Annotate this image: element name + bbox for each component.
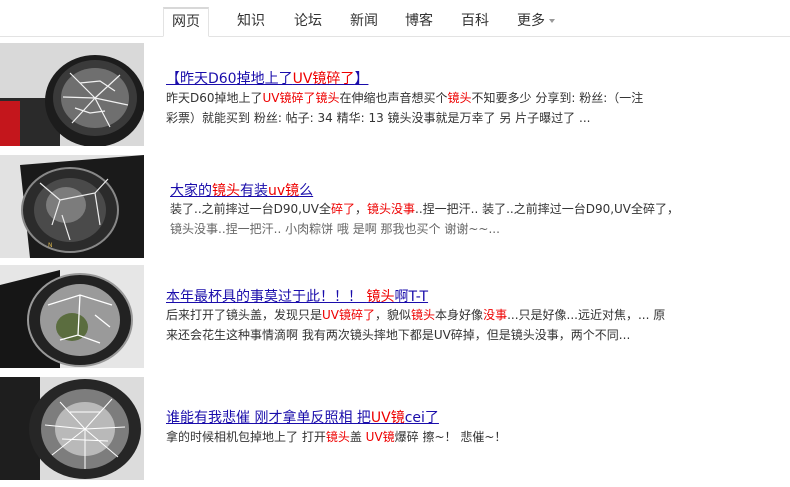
snippet-text: 盖 xyxy=(349,430,366,444)
title-highlight: 镜头 xyxy=(212,183,240,199)
broken-lens-image: N xyxy=(0,155,144,258)
tab-encyclopedia[interactable]: 百科 xyxy=(453,8,497,36)
title-text: cei了 xyxy=(404,410,439,426)
title-highlight: 镜头 xyxy=(366,289,395,305)
title-text: 有装 xyxy=(240,183,268,199)
snippet-highlight: 碎了 xyxy=(330,202,355,216)
snippet-highlight: 没事 xyxy=(483,308,508,322)
result-snippet-line: 彩票）就能买到 粉丝: 帖子: 34 精华: 13 镜头没事就是万幸了 另 片子… xyxy=(166,108,590,128)
tab-blog[interactable]: 博客 xyxy=(397,8,441,36)
tab-blog-label: 博客 xyxy=(405,13,433,29)
tab-news[interactable]: 新闻 xyxy=(342,8,386,36)
tab-forum[interactable]: 论坛 xyxy=(286,8,330,36)
title-text: 【昨天D60掉地上了 xyxy=(166,71,293,87)
result-snippet-line: 昨天D60掉地上了UV镜碎了镜头在伸缩也声音想买个镜头不知要多少 分享到: 粉丝… xyxy=(166,88,643,108)
snippet-text: ， xyxy=(354,202,367,216)
result-title-link[interactable]: 本年最杯具的事莫过于此！！！ 镜头啊T-T xyxy=(166,286,428,306)
tab-more-label: 更多 xyxy=(517,13,545,29)
title-highlight: UV镜碎了 xyxy=(292,71,355,87)
tab-news-label: 新闻 xyxy=(350,13,378,29)
broken-lens-image xyxy=(0,43,144,146)
broken-lens-image xyxy=(0,377,144,480)
result-title-link[interactable]: 大家的镜头有装uv镜么 xyxy=(170,180,313,200)
snippet-text: 昨天D60掉地上了 xyxy=(166,91,263,105)
tab-encyclopedia-label: 百科 xyxy=(461,13,489,29)
title-highlight: uv镜 xyxy=(268,183,300,199)
snippet-text: 装了..之前摔过一台D90,UV全 xyxy=(170,202,331,216)
result-title-link[interactable]: 谁能有我悲催 刚才拿单反照相 把UV镜cei了 xyxy=(166,407,439,427)
broken-lens-image xyxy=(0,265,144,368)
snippet-text: 爆碎 擦~！ 悲催~！ xyxy=(394,430,507,444)
snippet-text: 来还会花生这种事情滴啊 我有两次镜头摔地下都是UV碎掉，但是镜头没事，两个不同.… xyxy=(166,328,631,342)
tab-more[interactable]: 更多 xyxy=(509,8,563,36)
tab-forum-label: 论坛 xyxy=(294,13,322,29)
tab-knowledge[interactable]: 知识 xyxy=(229,8,273,36)
title-highlight: UV镜 xyxy=(370,410,405,426)
title-text: 本年最杯具的事莫过于此！！！ xyxy=(166,289,367,305)
search-vertical-tabs: 网页 知识 论坛 新闻 博客 百科 更多 xyxy=(0,0,790,37)
snippet-text: 镜头没事..捏一把汗.. 小肉粽饼 哦 是啊 那我也买个 谢谢~~... xyxy=(170,222,500,236)
snippet-text: ..捏一把汗.. 装了..之前摔过一台D90,UV全碎了， xyxy=(415,202,680,216)
snippet-text: 在伸缩也声音想买个 xyxy=(339,91,448,105)
result-snippet-line: 装了..之前摔过一台D90,UV全碎了，镜头没事..捏一把汗.. 装了..之前摔… xyxy=(170,199,679,219)
snippet-highlight: 镜头 xyxy=(447,91,472,105)
snippet-highlight: 镜头没事 xyxy=(366,202,415,216)
result-thumbnail[interactable]: N xyxy=(0,155,144,258)
snippet-text: 后来打开了镜头盖，发现只是 xyxy=(166,308,323,322)
snippet-highlight: UV镜碎了 xyxy=(322,308,376,322)
result-thumbnail[interactable] xyxy=(0,265,144,368)
tab-knowledge-label: 知识 xyxy=(237,13,265,29)
title-text: 啊T-T xyxy=(394,289,429,305)
snippet-highlight: 镜头 xyxy=(325,430,350,444)
result-title-link[interactable]: 【昨天D60掉地上了UV镜碎了】 xyxy=(166,68,368,88)
chevron-down-icon xyxy=(549,19,555,23)
title-text: 大家的 xyxy=(170,183,212,199)
snippet-highlight: 镜头 xyxy=(411,308,436,322)
snippet-text: ，貌似 xyxy=(375,308,412,322)
result-snippet-line: 拿的时候相机包掉地上了 打开镜头盖 UV镜爆碎 擦~！ 悲催~！ xyxy=(166,427,506,447)
title-text: 】 xyxy=(354,71,369,87)
snippet-text: 不知要多少 分享到: 粉丝:（一注 xyxy=(471,91,644,105)
snippet-text: 拿的时候相机包掉地上了 打开 xyxy=(166,430,326,444)
result-snippet-line: 镜头没事..捏一把汗.. 小肉粽饼 哦 是啊 那我也买个 谢谢~~... xyxy=(170,219,500,239)
result-thumbnail[interactable] xyxy=(0,43,144,146)
snippet-text: 彩票）就能买到 粉丝: 帖子: 34 精华: 13 镜头没事就是万幸了 另 片子… xyxy=(166,111,591,125)
snippet-text: 本身好像 xyxy=(435,308,484,322)
svg-text:N: N xyxy=(48,242,53,249)
tab-web[interactable]: 网页 xyxy=(163,7,209,37)
title-text: 么 xyxy=(299,183,314,199)
tab-web-label: 网页 xyxy=(172,14,200,30)
snippet-highlight: UV镜 xyxy=(365,430,395,444)
snippet-text: ...只是好像...远近对焦，... 原 xyxy=(507,308,666,322)
snippet-highlight: UV镜碎了镜头 xyxy=(262,91,340,105)
result-snippet-line: 来还会花生这种事情滴啊 我有两次镜头摔地下都是UV碎掉，但是镜头没事，两个不同.… xyxy=(166,325,630,345)
result-thumbnail[interactable] xyxy=(0,377,144,480)
result-snippet-line: 后来打开了镜头盖，发现只是UV镜碎了，貌似镜头本身好像没事...只是好像...远… xyxy=(166,305,665,325)
title-text: 谁能有我悲催 刚才拿单反照相 把 xyxy=(166,410,371,426)
